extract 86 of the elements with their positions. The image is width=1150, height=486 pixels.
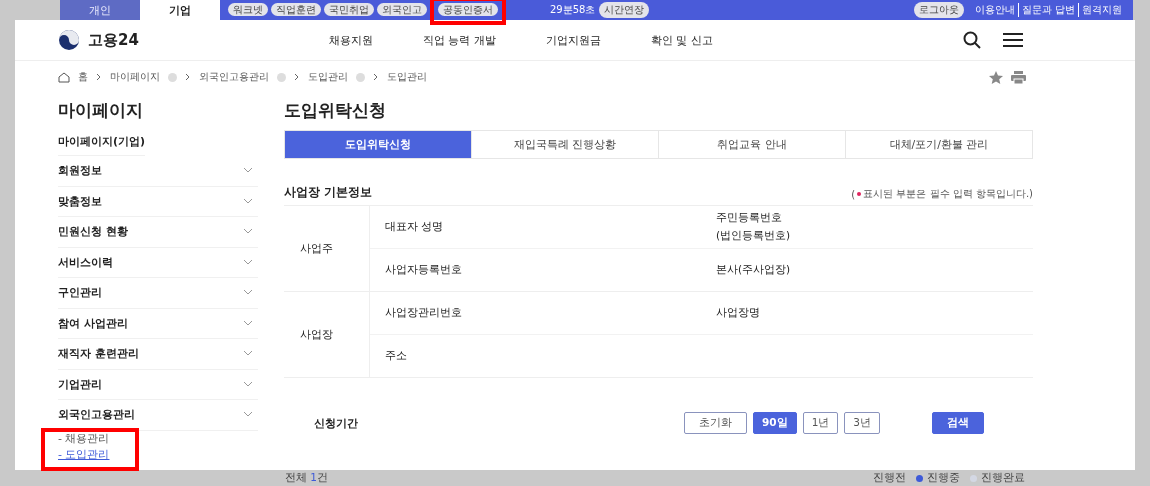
chevron-down-icon bbox=[244, 412, 252, 418]
menu-icon[interactable] bbox=[1003, 32, 1023, 48]
section-title: 사업장 기본정보 bbox=[284, 184, 373, 201]
user-type-tab[interactable]: 기업 bbox=[140, 0, 220, 20]
star-icon[interactable] bbox=[989, 70, 1003, 84]
sidebar-menu-item[interactable]: 구인관리 bbox=[58, 278, 258, 309]
page-title: 도입위탁신청 bbox=[284, 98, 387, 122]
sidebar-menu-item[interactable]: 기업관리 bbox=[58, 369, 258, 400]
quick-link[interactable]: 국민취업 bbox=[324, 3, 374, 16]
breadcrumb-link[interactable]: 외국인고용관리 bbox=[199, 70, 269, 84]
nav-menu-item[interactable]: 기업지원금 bbox=[545, 32, 601, 48]
extend-button[interactable]: 시간연장 bbox=[599, 2, 650, 18]
legend-label: 진행완료 bbox=[981, 471, 1025, 485]
period-label: 신청기간 bbox=[314, 415, 359, 431]
logout-button[interactable]: 로그아웃 bbox=[913, 2, 964, 18]
sidebar-menu-item[interactable]: 민원신청 현황 bbox=[58, 217, 258, 248]
dropdown-toggle-icon[interactable] bbox=[277, 72, 286, 82]
logo-icon bbox=[58, 29, 80, 51]
chevron-right-icon bbox=[294, 73, 300, 81]
quick-link[interactable]: 공동인증서 bbox=[438, 3, 498, 16]
quick-link[interactable]: 외국인고 bbox=[377, 3, 427, 16]
sidebar-menu-item[interactable]: 맞춤정보 bbox=[58, 186, 258, 217]
chevron-down-icon bbox=[244, 320, 252, 326]
breadcrumb-link[interactable]: 도입관리 bbox=[308, 70, 348, 84]
required-dot-icon bbox=[857, 192, 862, 196]
content-tab[interactable]: 취업교육 안내 bbox=[658, 131, 845, 158]
field-label: 사업장명 bbox=[715, 305, 761, 321]
home-icon bbox=[58, 71, 70, 83]
quick-link[interactable]: 워크넷 bbox=[228, 3, 268, 16]
dropdown-toggle-icon[interactable] bbox=[356, 72, 365, 82]
field-label: 주민등록번호 (법인등록번호) bbox=[715, 210, 792, 243]
nav-menu-item[interactable]: 확인 및 신고 bbox=[650, 32, 713, 48]
sidebar-submenu-item[interactable]: - 채용관리 bbox=[58, 430, 110, 447]
print-icon[interactable] bbox=[1011, 70, 1026, 84]
period-range-button[interactable]: 1년 bbox=[802, 412, 839, 434]
search-button[interactable]: 검색 bbox=[932, 412, 984, 434]
sidebar-menu-item[interactable]: 참여 사업관리 bbox=[58, 308, 258, 339]
sidebar-menu-item[interactable]: 재직자 훈련관리 bbox=[58, 339, 258, 370]
content-tab[interactable]: 대체/포기/환불 관리 bbox=[845, 131, 1032, 158]
field-label: 주소 bbox=[384, 348, 408, 364]
chevron-down-icon bbox=[244, 198, 252, 204]
nav-menu-item[interactable]: 채용지원 bbox=[328, 32, 373, 48]
sidebar-menu-item[interactable]: 회원정보 bbox=[58, 156, 258, 187]
utility-link[interactable]: 질문과 답변 bbox=[1017, 3, 1078, 17]
legend-label: 진행전 bbox=[873, 471, 906, 485]
breadcrumb-link[interactable]: 홈 bbox=[78, 70, 88, 84]
reset-button[interactable]: 초기화 bbox=[684, 412, 747, 434]
period-range-button[interactable]: 3년 bbox=[844, 412, 880, 434]
period-range-button[interactable]: 90일 bbox=[753, 412, 797, 434]
table-header-cell: 사업장 bbox=[300, 327, 333, 342]
note-text: ( bbox=[851, 188, 856, 200]
table-header-cell: 사업주 bbox=[300, 241, 333, 256]
note-text: 표시된 부분은 필수 입력 항목입니다.) bbox=[863, 187, 1033, 201]
logo-text[interactable]: 고용24 bbox=[88, 30, 139, 50]
sidebar-title: 마이페이지 bbox=[58, 98, 144, 122]
session-timer: 29분58초 bbox=[550, 3, 596, 17]
utility-link[interactable]: 이용안내 bbox=[971, 3, 1018, 17]
sidebar-menu-item[interactable]: 외국인고용관리 bbox=[58, 400, 258, 431]
content-tab[interactable]: 도입위탁신청 bbox=[285, 131, 471, 158]
chevron-down-icon bbox=[244, 259, 252, 265]
chevron-down-icon bbox=[244, 351, 252, 357]
sidebar-link[interactable]: 마이페이지(기업) bbox=[58, 127, 146, 156]
sidebar-menu-item[interactable]: 서비스이력 bbox=[58, 247, 258, 278]
chevron-down-icon bbox=[244, 229, 252, 235]
content-tab[interactable]: 재입국특례 진행상황 bbox=[471, 131, 658, 158]
chevron-down-icon bbox=[244, 290, 252, 296]
field-label: 대표자 성명 bbox=[384, 219, 445, 235]
chevron-right-icon bbox=[96, 73, 102, 81]
total-count: 전체 1건 bbox=[285, 471, 329, 485]
user-type-tab[interactable]: 개인 bbox=[60, 0, 140, 20]
field-label: 사업자등록번호 bbox=[384, 262, 463, 278]
field-label: 사업장관리번호 bbox=[384, 305, 463, 321]
legend-label: 진행중 bbox=[927, 471, 960, 485]
field-label: 본사(주사업장) bbox=[715, 262, 792, 278]
nav-menu-item[interactable]: 직업 능력 개발 bbox=[422, 32, 496, 48]
breadcrumb-link[interactable]: 도입관리 bbox=[387, 70, 427, 84]
utility-link[interactable]: 원격지원 bbox=[1078, 3, 1125, 17]
chevron-down-icon bbox=[244, 168, 252, 174]
sidebar-submenu-item[interactable]: - 도입관리 bbox=[58, 446, 110, 463]
search-icon[interactable] bbox=[963, 31, 981, 49]
quick-link[interactable]: 직업훈련 bbox=[271, 3, 321, 16]
chevron-down-icon bbox=[244, 381, 252, 387]
breadcrumb-link[interactable]: 마이페이지 bbox=[110, 70, 160, 84]
chevron-right-icon bbox=[185, 73, 191, 81]
chevron-right-icon bbox=[373, 73, 379, 81]
dropdown-toggle-icon[interactable] bbox=[168, 72, 177, 82]
